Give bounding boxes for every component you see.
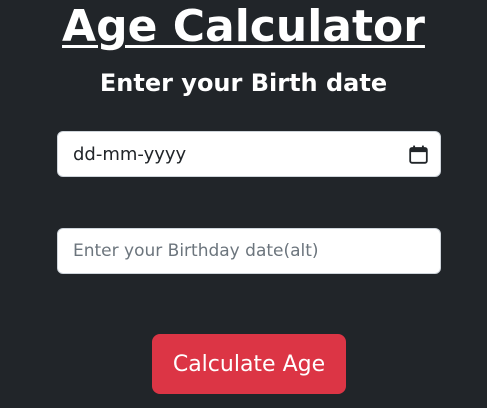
calendar-icon-graphic [409,145,428,164]
age-calculator-page: Age Calculator Enter your Birth date dd-… [0,0,487,408]
page-subtitle: Enter your Birth date [99,69,388,97]
calculate-age-button[interactable]: Calculate Age [152,334,346,394]
birth-date-alt-field[interactable] [57,228,441,274]
calendar-icon[interactable] [409,145,428,164]
date-input-value: dd-mm-yyyy [73,143,187,165]
page-title: Age Calculator [62,1,425,52]
birth-date-alt-input[interactable] [73,241,428,261]
birth-date-input[interactable]: dd-mm-yyyy [57,131,441,177]
